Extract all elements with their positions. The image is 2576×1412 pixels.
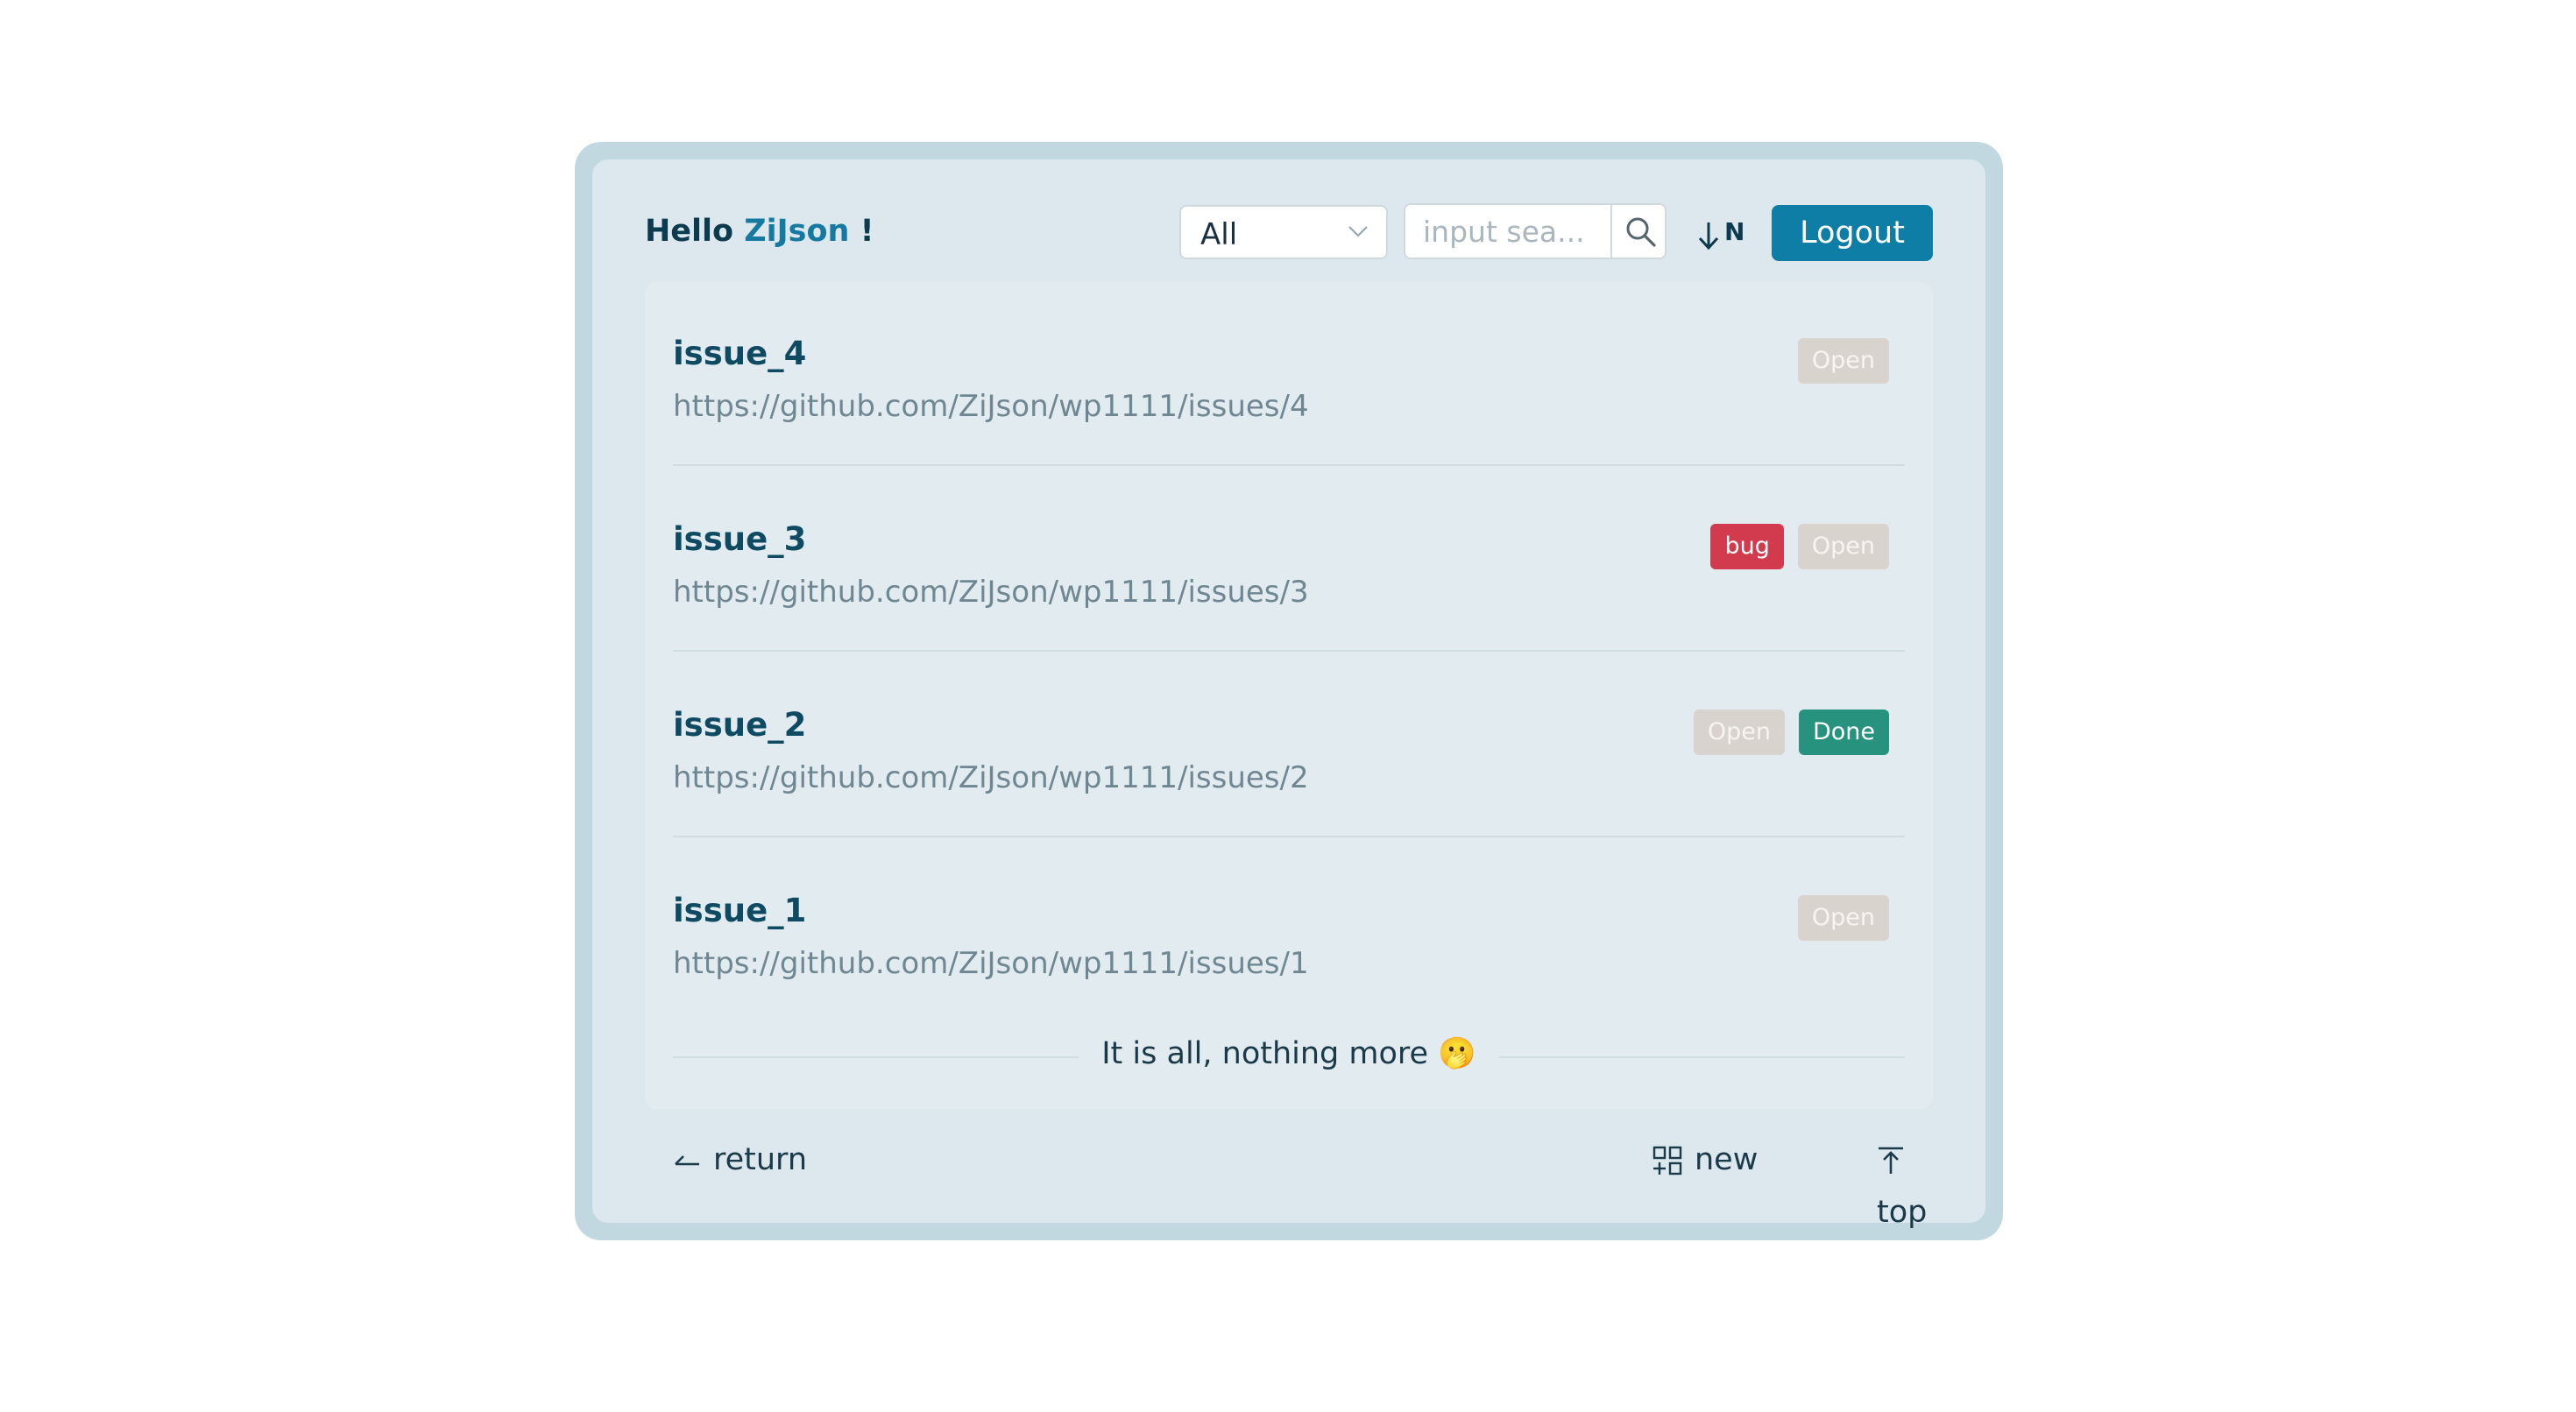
- chevron-down-icon: [1348, 226, 1368, 237]
- list-item[interactable]: issue_4 https://github.com/ZiJson/wp1111…: [673, 282, 1905, 466]
- issue-url[interactable]: https://github.com/ZiJson/wp1111/issues/…: [673, 389, 1309, 424]
- header: Hello ZiJson ! All input sea... N Logout: [645, 203, 1933, 261]
- list-item[interactable]: issue_2 https://github.com/ZiJson/wp1111…: [673, 653, 1905, 837]
- issue-url[interactable]: https://github.com/ZiJson/wp1111/issues/…: [673, 575, 1309, 610]
- top-label: top: [1877, 1195, 1928, 1230]
- issue-tags: Open Done: [1693, 710, 1889, 755]
- username: ZiJson: [744, 214, 850, 249]
- status-filter-select[interactable]: All: [1179, 205, 1388, 259]
- app-frame: Hello ZiJson ! All input sea... N Logout…: [575, 142, 2003, 1240]
- greeting-prefix: Hello: [645, 214, 734, 249]
- search-button[interactable]: [1610, 203, 1667, 259]
- issue-tags: Open: [1797, 895, 1889, 941]
- tag-open: Open: [1797, 338, 1889, 384]
- sort-toggle-button[interactable]: N: [1696, 212, 1749, 256]
- issue-tags: Open: [1797, 338, 1889, 384]
- end-of-list-divider: It is all, nothing more 🫢: [673, 1035, 1905, 1077]
- issue-title[interactable]: issue_4: [673, 335, 806, 372]
- app-panel: Hello ZiJson ! All input sea... N Logout…: [592, 159, 1985, 1230]
- sort-label: N: [1724, 217, 1745, 246]
- issue-url[interactable]: https://github.com/ZiJson/wp1111/issues/…: [673, 946, 1309, 981]
- end-message-wrap: It is all, nothing more 🫢: [673, 1035, 1905, 1071]
- tag-bug: bug: [1710, 524, 1784, 569]
- greeting-suffix: !: [860, 214, 874, 249]
- issue-title[interactable]: issue_2: [673, 706, 806, 744]
- tag-open: Open: [1797, 895, 1889, 941]
- list-item[interactable]: issue_3 https://github.com/ZiJson/wp1111…: [673, 468, 1905, 652]
- tag-open: Open: [1797, 524, 1889, 569]
- end-message: It is all, nothing more 🫢: [1079, 1036, 1499, 1071]
- footer: return new top: [645, 1133, 1933, 1230]
- grid-plus-icon: [1652, 1146, 1682, 1175]
- list-item[interactable]: issue_1 https://github.com/ZiJson/wp1111…: [673, 839, 1905, 1023]
- tag-open: Open: [1693, 710, 1785, 755]
- search-input[interactable]: [1404, 203, 1610, 259]
- issue-list: issue_4 https://github.com/ZiJson/wp1111…: [645, 282, 1933, 1109]
- arrow-left-icon: [675, 1155, 699, 1166]
- top-button[interactable]: top: [1877, 1133, 1933, 1230]
- filter-selected-value: All: [1200, 217, 1238, 252]
- greeting: Hello ZiJson !: [645, 214, 874, 249]
- new-button[interactable]: new: [1652, 1133, 1758, 1186]
- search-icon: [1626, 217, 1656, 247]
- arrow-down-icon: [1698, 222, 1719, 251]
- new-label: new: [1695, 1142, 1759, 1177]
- issue-title[interactable]: issue_3: [673, 520, 806, 558]
- return-button[interactable]: return: [673, 1133, 807, 1186]
- logout-button[interactable]: Logout: [1772, 205, 1933, 261]
- tag-done: Done: [1798, 710, 1889, 755]
- issue-title[interactable]: issue_1: [673, 892, 806, 929]
- issue-url[interactable]: https://github.com/ZiJson/wp1111/issues/…: [673, 760, 1309, 795]
- issue-tags: bug Open: [1710, 524, 1889, 569]
- arrow-to-top-icon: [1879, 1147, 1903, 1174]
- return-label: return: [713, 1142, 808, 1177]
